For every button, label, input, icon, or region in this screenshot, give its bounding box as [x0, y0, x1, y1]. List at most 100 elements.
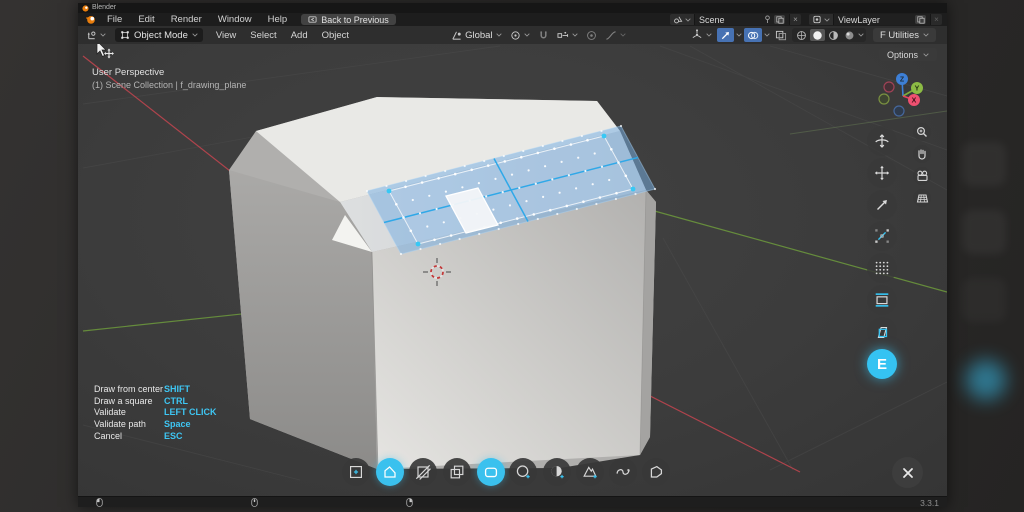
menu-render[interactable]: Render — [163, 13, 210, 26]
snap-increment-button[interactable] — [867, 221, 897, 251]
transform-orientation-dropdown[interactable]: Global — [448, 28, 504, 42]
camera-view-icon[interactable] — [913, 167, 931, 185]
blender-window: Blender File Edit Render Window Help Bac… — [78, 3, 947, 507]
chevron-down-icon — [620, 33, 626, 37]
backdrop-blob — [962, 278, 1006, 322]
scale-tool-button[interactable] — [867, 190, 897, 220]
pivot-icon — [510, 30, 521, 41]
chevron-down-icon[interactable] — [764, 33, 770, 37]
snap-target-dropdown[interactable] — [554, 28, 581, 42]
sphere-add-tool[interactable] — [543, 458, 571, 486]
triangle-add-tool[interactable] — [576, 458, 604, 486]
chevron-down-icon[interactable] — [736, 33, 742, 37]
scene-name-field[interactable]: Scene — [694, 14, 789, 25]
gizmo-visibility-icon — [691, 29, 703, 41]
unlink-scene-button[interactable]: × — [789, 14, 801, 25]
scene-selector: Scene × — [670, 14, 801, 25]
shading-solid-button[interactable] — [810, 29, 825, 41]
gizmo-axis-neg-y[interactable] — [879, 94, 889, 104]
new-scene-button[interactable] — [774, 15, 785, 24]
editor-type-button[interactable] — [83, 28, 109, 42]
fluent-dart-toggle[interactable] — [717, 28, 734, 42]
shading-rendered-button[interactable] — [842, 29, 857, 41]
overlays-toggle[interactable] — [744, 28, 762, 42]
move-tool-button[interactable] — [867, 158, 897, 188]
pivot-point-dropdown[interactable] — [507, 28, 533, 42]
gizmo-x-label: X — [912, 98, 917, 105]
new-viewlayer-button[interactable] — [915, 15, 926, 24]
pin-icon[interactable] — [764, 15, 771, 24]
viewport-3d[interactable]: Z Y X User Perspective (1) Scene Collect… — [78, 44, 947, 496]
menu-file[interactable]: File — [99, 13, 130, 26]
slice-tool[interactable] — [409, 458, 437, 486]
hint-action: Cancel — [94, 431, 164, 441]
back-to-previous-button[interactable]: Back to Previous — [301, 14, 396, 25]
mouse-cursor — [97, 44, 114, 59]
xray-icon — [775, 30, 787, 41]
dot-grid-button[interactable] — [867, 253, 897, 283]
options-dropdown[interactable]: Options — [879, 48, 937, 61]
viewlayer-selector: ViewLayer × — [809, 14, 942, 25]
chevron-down-icon[interactable] — [858, 33, 864, 37]
hint-key: ESC — [164, 431, 183, 441]
remove-viewlayer-button[interactable]: × — [930, 14, 942, 25]
menu-object[interactable]: Object — [315, 30, 356, 41]
shape-outline-tool[interactable] — [642, 458, 670, 486]
menu-select[interactable]: Select — [243, 30, 283, 41]
menu-view[interactable]: View — [209, 30, 243, 41]
viewport-header: Object Mode View Select Add Object Globa… — [78, 26, 947, 44]
viewlayer-name-field[interactable]: ViewLayer — [833, 14, 930, 25]
scene-type-button[interactable] — [670, 14, 694, 25]
falloff-dropdown[interactable] — [602, 28, 629, 42]
plane-draw-button[interactable] — [867, 317, 897, 347]
mode-dropdown[interactable]: Object Mode — [115, 28, 203, 42]
menu-window[interactable]: Window — [210, 13, 260, 26]
wireframe-sphere-icon — [796, 30, 807, 41]
hint-key: Space — [164, 419, 191, 429]
chevron-down-icon — [496, 33, 502, 37]
circle-add-tool[interactable] — [509, 458, 537, 486]
navigation-gizmo[interactable]: Z Y X — [879, 73, 923, 116]
orbit-tool-button[interactable] — [867, 126, 897, 156]
shading-mode-group — [792, 28, 866, 42]
proportional-edit-icon — [586, 30, 597, 41]
rounded-box-tool[interactable] — [477, 458, 505, 486]
desktop-background: Blender File Edit Render Window Help Bac… — [0, 0, 1024, 512]
viewlayer-type-button[interactable] — [809, 14, 833, 25]
chevron-down-icon — [923, 53, 929, 57]
shading-material-button[interactable] — [826, 29, 841, 41]
rendered-sphere-icon — [844, 30, 855, 41]
snap-toggle[interactable] — [535, 28, 552, 42]
polygon-draw-tool[interactable] — [376, 458, 404, 486]
hint-key: SHIFT — [164, 384, 190, 394]
shading-wireframe-button[interactable] — [794, 29, 809, 41]
view-perspective-label: User Perspective — [92, 67, 164, 78]
zoom-icon[interactable] — [913, 123, 931, 141]
pan-hand-icon[interactable] — [913, 145, 931, 163]
menu-edit[interactable]: Edit — [130, 13, 162, 26]
magnet-icon — [538, 30, 549, 41]
gizmo-axis-neg-z[interactable] — [894, 106, 904, 116]
hint-action: Validate — [94, 407, 164, 417]
proportional-edit-toggle[interactable] — [583, 28, 600, 42]
mouse-left-icon — [96, 498, 103, 507]
scene-icon — [673, 15, 683, 24]
gizmo-axis-neg-x[interactable] — [884, 82, 894, 92]
gizmos-dropdown[interactable] — [688, 28, 715, 42]
falloff-curve-icon — [605, 30, 617, 41]
f-utilities-label: F Utilities — [880, 30, 919, 41]
close-tool-button[interactable] — [892, 457, 923, 488]
xray-toggle[interactable] — [772, 28, 790, 42]
rect-plus-tool[interactable] — [342, 458, 370, 486]
viewport-editor-icon — [86, 30, 97, 41]
face-extrude-button[interactable] — [867, 285, 897, 315]
blender-logo-icon[interactable] — [85, 14, 97, 25]
menu-add[interactable]: Add — [284, 30, 315, 41]
curve-sketch-tool[interactable] — [609, 458, 637, 486]
menu-help[interactable]: Help — [260, 13, 296, 26]
f-utilities-dropdown[interactable]: F Utilities — [873, 28, 936, 42]
corner-boolean-tool[interactable] — [443, 458, 471, 486]
toggle-ortho-icon[interactable] — [913, 189, 931, 207]
fluent-logo-button[interactable]: E — [867, 349, 897, 379]
active-collection-label: (1) Scene Collection | f_drawing_plane — [92, 80, 246, 90]
